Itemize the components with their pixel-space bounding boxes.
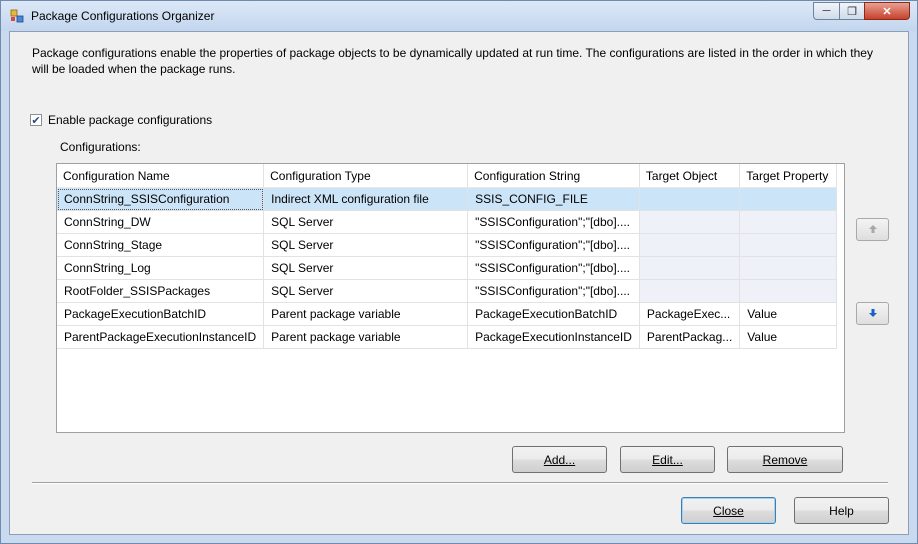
config-name-cell[interactable]: ParentPackageExecutionInstanceID (57, 325, 265, 349)
table-row[interactable]: ConnString_Log SQL Server "SSISConfigura… (57, 256, 838, 280)
move-down-button[interactable] (856, 302, 889, 325)
config-name-cell[interactable]: RootFolder_SSISPackages (57, 279, 265, 303)
dialog-window: Package Configurations Organizer ─ ❐ ✕ P… (0, 0, 918, 544)
config-string-cell[interactable]: "SSISConfiguration";"[dbo].... (467, 233, 640, 257)
config-name-cell[interactable]: ConnString_DW (57, 210, 265, 234)
minimize-button[interactable]: ─ (813, 2, 840, 20)
config-type-cell[interactable]: SQL Server (263, 233, 469, 257)
close-button[interactable]: Close (681, 497, 776, 524)
enable-configurations-label[interactable]: Enable package configurations (48, 113, 212, 127)
enable-configurations-checkbox[interactable]: ✔ (30, 114, 42, 127)
config-string-cell[interactable]: PackageExecutionInstanceID (467, 325, 640, 349)
config-string-cell[interactable]: SSIS_CONFIG_FILE (467, 187, 640, 211)
arrow-up-icon (868, 223, 878, 237)
table-row[interactable]: ConnString_Stage SQL Server "SSISConfigu… (57, 233, 838, 257)
config-name-cell[interactable]: ConnString_Stage (57, 233, 265, 257)
target-object-cell[interactable] (639, 256, 741, 280)
target-object-cell[interactable]: ParentPackag... (639, 325, 741, 349)
config-string-cell[interactable]: "SSISConfiguration";"[dbo].... (467, 279, 640, 303)
configurations-table: Configuration Name Configuration Type Co… (57, 164, 838, 349)
target-property-cell[interactable]: Value (739, 302, 838, 326)
column-header[interactable]: Configuration Type (263, 164, 469, 188)
remove-button[interactable]: Remove (727, 446, 843, 473)
target-object-cell[interactable] (639, 279, 741, 303)
config-type-cell[interactable]: SQL Server (263, 210, 469, 234)
checkmark-icon: ✔ (31, 114, 41, 127)
description-text: Package configurations enable the proper… (32, 46, 873, 76)
target-property-cell[interactable] (739, 210, 838, 234)
column-header[interactable]: Target Object (639, 164, 741, 188)
config-type-cell[interactable]: Indirect XML configuration file (263, 187, 469, 211)
separator (32, 482, 888, 484)
table-row[interactable]: RootFolder_SSISPackages SQL Server "SSIS… (57, 279, 838, 303)
target-object-cell[interactable] (639, 233, 741, 257)
config-name-cell[interactable]: ConnString_Log (57, 256, 265, 280)
column-header[interactable]: Configuration Name (57, 164, 265, 188)
target-property-cell[interactable]: Value (739, 325, 838, 349)
target-object-cell[interactable]: PackageExec... (639, 302, 741, 326)
help-button[interactable]: Help (794, 497, 889, 524)
window-title: Package Configurations Organizer (31, 9, 215, 23)
column-header[interactable]: Target Property (739, 164, 838, 188)
dialog-body: Package configurations enable the proper… (9, 31, 909, 535)
configurations-grid[interactable]: Configuration Name Configuration Type Co… (56, 163, 845, 433)
minimize-icon: ─ (822, 5, 831, 17)
config-string-cell[interactable]: "SSISConfiguration";"[dbo].... (467, 210, 640, 234)
table-row[interactable]: ConnString_DW SQL Server "SSISConfigurat… (57, 210, 838, 234)
enable-configurations-option[interactable]: ✔ Enable package configurations (30, 113, 212, 127)
target-property-cell[interactable] (739, 279, 838, 303)
configurations-label: Configurations: (60, 140, 141, 154)
config-type-cell[interactable]: SQL Server (263, 256, 469, 280)
config-string-cell[interactable]: PackageExecutionBatchID (467, 302, 640, 326)
package-icon (10, 9, 24, 23)
move-up-button[interactable] (856, 218, 889, 241)
restore-icon: ❐ (847, 5, 857, 18)
target-object-cell[interactable] (639, 187, 741, 211)
config-name-cell[interactable]: ConnString_SSISConfiguration (57, 187, 265, 211)
arrow-down-icon (868, 307, 878, 321)
table-row[interactable]: ConnString_SSISConfiguration Indirect XM… (57, 187, 838, 211)
config-string-cell[interactable]: "SSISConfiguration";"[dbo].... (467, 256, 640, 280)
edit-button[interactable]: Edit... (620, 446, 715, 473)
column-header[interactable]: Configuration String (467, 164, 640, 188)
target-object-cell[interactable] (639, 210, 741, 234)
maximize-button[interactable]: ❐ (839, 2, 865, 20)
close-icon: ✕ (882, 5, 892, 18)
config-name-cell[interactable]: PackageExecutionBatchID (57, 302, 265, 326)
target-property-cell[interactable] (739, 187, 838, 211)
table-row[interactable]: ParentPackageExecutionInstanceID Parent … (57, 325, 838, 349)
target-property-cell[interactable] (739, 233, 838, 257)
add-button[interactable]: Add... (512, 446, 607, 473)
table-row[interactable]: PackageExecutionBatchID Parent package v… (57, 302, 838, 326)
header-row: Configuration Name Configuration Type Co… (57, 164, 838, 188)
config-type-cell[interactable]: Parent package variable (263, 302, 469, 326)
config-type-cell[interactable]: SQL Server (263, 279, 469, 303)
target-property-cell[interactable] (739, 256, 838, 280)
config-type-cell[interactable]: Parent package variable (263, 325, 469, 349)
close-window-button[interactable]: ✕ (864, 2, 910, 20)
title-bar[interactable]: Package Configurations Organizer ─ ❐ ✕ (1, 1, 917, 31)
